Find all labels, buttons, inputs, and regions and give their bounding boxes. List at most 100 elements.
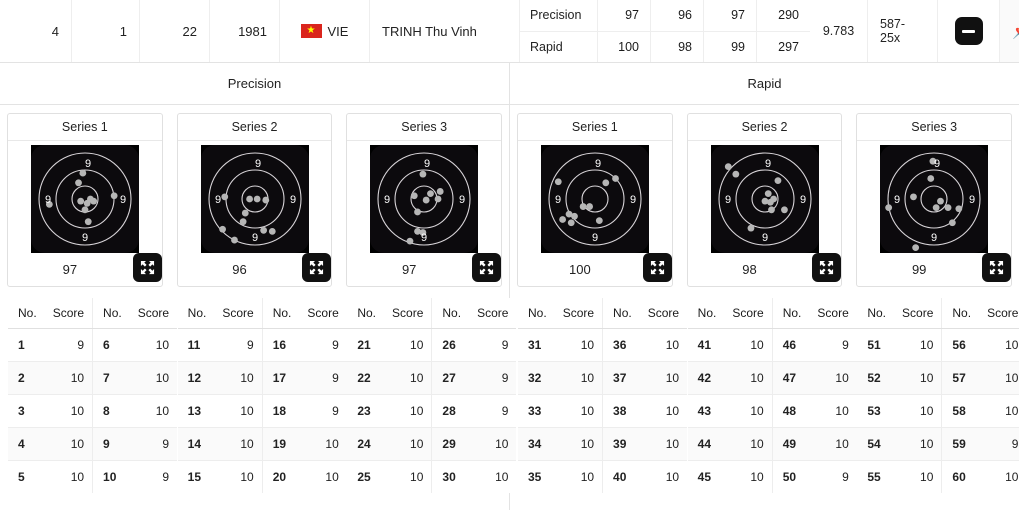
expand-target-button[interactable] — [132, 253, 162, 282]
shots-table: No. Score No. Score 11 9 16 9 12 10 17 9… — [176, 297, 348, 494]
nation-code: VIE — [327, 23, 349, 39]
shot-no: 11 — [177, 328, 215, 362]
target-image[interactable]: 9 9 9 9 — [8, 141, 162, 253]
series-footer: 99 — [857, 253, 1012, 286]
shot-score: 10 — [554, 328, 603, 362]
shot-no: 16 — [261, 328, 300, 362]
target-face: 9 9 9 9 — [370, 145, 479, 253]
shot-no: 39 — [602, 427, 640, 461]
col-header-no: No. — [602, 298, 640, 329]
shot-no: 50 — [771, 460, 810, 493]
expand-target-button[interactable] — [642, 253, 672, 282]
svg-text:9: 9 — [251, 232, 257, 244]
svg-text:9: 9 — [931, 232, 937, 244]
table-row: 35 10 40 10 — [518, 460, 688, 493]
shot-no: 6 — [92, 328, 130, 362]
target-image[interactable]: 9 9 9 9 — [857, 141, 1011, 253]
series-card[interactable]: Series 1 9 9 9 9 97 — [7, 113, 163, 287]
pin-cell[interactable]: 📌 — [1000, 0, 1019, 62]
expand-target-button[interactable] — [982, 253, 1012, 282]
shot-no: 46 — [771, 328, 810, 362]
series-card[interactable]: Series 2 9 9 9 9 96 — [176, 113, 333, 287]
precision-total: 290 — [778, 8, 799, 23]
expand-arrows-icon — [140, 260, 154, 275]
shot-no: 40 — [602, 460, 640, 493]
shot-no: 36 — [602, 328, 640, 362]
expand-target-button[interactable] — [302, 253, 332, 282]
shot-no: 26 — [431, 328, 470, 362]
series-column: Series 2 9 9 9 9 98 No. Score No. Score … — [680, 105, 858, 510]
shot-no: 7 — [92, 361, 130, 395]
shot-no: 58 — [941, 394, 980, 428]
table-header-row: No. Score No. Score — [857, 298, 1019, 329]
shot-no: 49 — [771, 427, 810, 461]
target-face: 9 9 9 9 — [710, 145, 819, 253]
shot-score: 10 — [894, 328, 942, 362]
shot-no: 12 — [177, 361, 215, 395]
table-row: 33 10 38 10 — [518, 394, 688, 428]
series-card[interactable]: Series 2 9 9 9 9 98 — [686, 113, 843, 287]
col-header-score: Score — [44, 298, 93, 329]
svg-text:9: 9 — [595, 158, 601, 170]
col-header-score: Score — [214, 298, 263, 329]
series-card[interactable]: Series 3 9 9 9 9 97 — [346, 113, 503, 287]
series-footer: 97 — [8, 253, 162, 286]
shot-score: 10 — [724, 361, 773, 395]
shot-score: 10 — [894, 394, 942, 428]
shot-score: 10 — [44, 427, 93, 461]
shot-score: 10 — [894, 427, 942, 461]
pin-icon[interactable]: 📌 — [1012, 24, 1019, 39]
shot-no: 42 — [687, 361, 725, 395]
shot-no: 25 — [347, 460, 385, 493]
lane-cell: 1 — [72, 0, 140, 62]
target-face: 9 9 9 9 — [30, 145, 139, 253]
shot-no: 27 — [431, 361, 470, 395]
shot-score: 10 — [979, 328, 1019, 362]
expand-arrows-icon — [820, 260, 834, 275]
athlete-name: TRINH Thu Vinh — [382, 23, 477, 39]
svg-text:9: 9 — [214, 194, 220, 206]
svg-text:9: 9 — [894, 194, 900, 206]
shot-score: 10 — [44, 394, 93, 428]
table-row: 41 10 46 9 — [687, 328, 857, 362]
expand-arrows-icon — [650, 260, 664, 275]
shot-no: 59 — [941, 427, 980, 461]
expand-target-button[interactable] — [472, 253, 502, 282]
row-actions-cell — [938, 0, 1000, 62]
shot-score: 10 — [894, 460, 942, 493]
shot-score: 10 — [979, 394, 1019, 428]
shot-no: 15 — [177, 460, 215, 493]
shot-score: 9 — [44, 328, 93, 362]
shot-no: 1 — [8, 328, 45, 362]
series-card[interactable]: Series 3 9 9 9 9 99 — [856, 113, 1013, 287]
shot-score: 10 — [384, 394, 432, 428]
stage-panel-precision: Series 1 9 9 9 9 97 No. Score No. Score … — [0, 105, 518, 510]
shot-no: 20 — [261, 460, 300, 493]
series-column: Series 2 9 9 9 9 96 No. Score No. Score … — [170, 105, 348, 510]
col-header-score: Score — [724, 298, 773, 329]
target-image[interactable]: 9 9 9 9 — [178, 141, 332, 253]
section-header-precision: Precision — [0, 63, 510, 104]
shot-score: 10 — [724, 460, 773, 493]
nation-cell: ★ VIE — [280, 0, 370, 62]
athlete-result-row[interactable]: 4 1 22 1981 ★ VIE TRINH Thu Vinh Precisi… — [0, 0, 1019, 63]
table-row: 43 10 48 10 — [687, 394, 857, 428]
collapse-row-button[interactable] — [954, 17, 983, 45]
target-image[interactable]: 9 9 9 9 — [688, 141, 842, 253]
col-header-no: No. — [8, 298, 45, 329]
table-row: 3 10 8 10 — [8, 394, 178, 428]
series-title: Series 1 — [518, 114, 672, 141]
expand-target-button[interactable] — [812, 253, 842, 282]
target-image[interactable]: 9 9 9 9 — [347, 141, 501, 253]
athlete-name-cell: TRINH Thu Vinh — [370, 0, 520, 62]
series-card[interactable]: Series 1 9 9 9 9 100 — [517, 113, 673, 287]
table-row: 14 10 19 10 — [177, 427, 347, 461]
shot-no: 53 — [857, 394, 895, 428]
target-image[interactable]: 9 9 9 9 — [518, 141, 672, 253]
svg-text:9: 9 — [934, 158, 940, 170]
vietnam-flag-icon: ★ — [300, 24, 322, 38]
shot-no: 8 — [92, 394, 130, 428]
shots-table: No. Score No. Score 31 10 36 10 32 10 37… — [517, 297, 689, 494]
shot-score: 10 — [894, 361, 942, 395]
table-row: 15 10 20 10 — [177, 460, 347, 493]
